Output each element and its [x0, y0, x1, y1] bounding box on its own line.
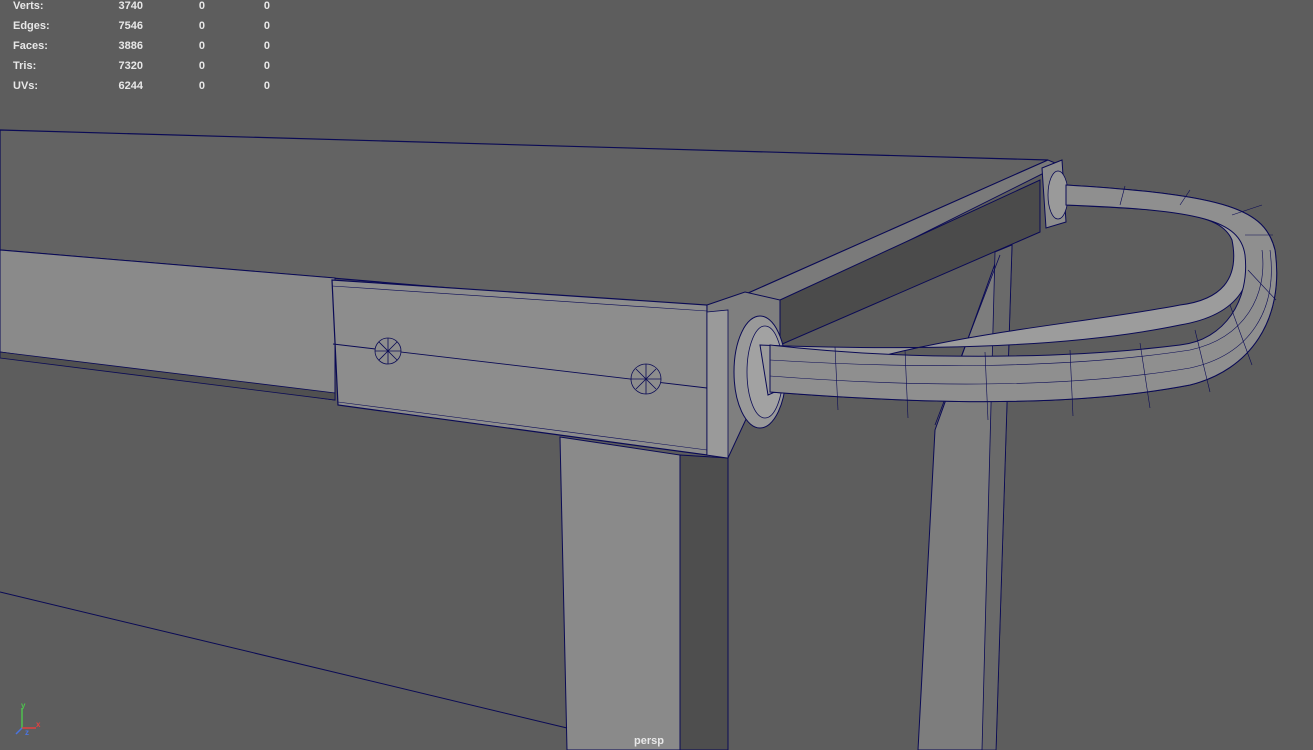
hud-label: Faces:: [13, 40, 48, 52]
hud-selected: 0: [198, 80, 205, 92]
hud-label: UVs:: [13, 80, 39, 92]
hud-total: 3886: [118, 40, 143, 52]
camera-name-label: persp: [634, 735, 664, 747]
axis-x-label: x: [36, 720, 41, 729]
hud-total: 7320: [118, 60, 143, 72]
hud-shaded: 0: [263, 60, 270, 72]
hud-label: Tris:: [13, 60, 37, 72]
hud-total: 7546: [118, 20, 143, 32]
hud-selected: 0: [198, 20, 205, 32]
hud-shaded: 0: [263, 20, 270, 32]
axis-z-label: z: [25, 728, 29, 737]
axis-y-label: y: [21, 702, 26, 710]
table-leg-front: [559, 436, 681, 750]
hud-selected: 0: [198, 0, 205, 12]
bolt-right: [630, 363, 662, 395]
hud-total: 3740: [118, 0, 143, 12]
hud-label: Edges:: [13, 20, 50, 32]
axis-gizmo-icon: y x z: [15, 702, 41, 737]
scene-wireframe: [0, 129, 1278, 750]
hud-shaded: 0: [263, 80, 270, 92]
hud-selected: 0: [198, 60, 205, 72]
hud-shaded: 0: [263, 40, 270, 52]
hud-selected: 0: [198, 40, 205, 52]
hud-shaded: 0: [263, 0, 270, 12]
hud-label: Verts:: [13, 0, 44, 12]
bolt-left: [374, 337, 402, 365]
3d-viewport[interactable]: Verts: 3740 0 0 Edges: 7546 0 0 Faces: 3…: [0, 0, 1313, 750]
hud-total: 6244: [118, 80, 143, 92]
